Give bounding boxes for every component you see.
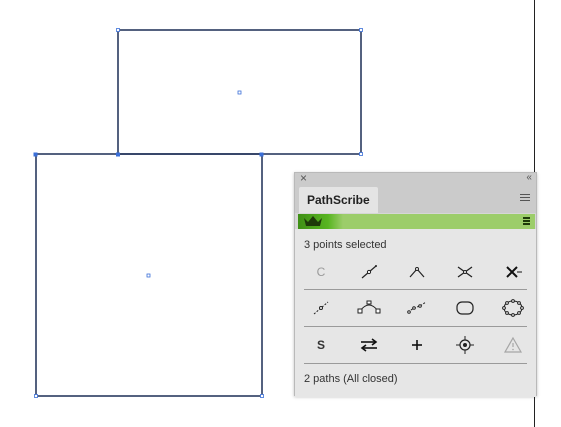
- row-divider: [304, 289, 527, 290]
- selected-anchor-point[interactable]: [116, 152, 120, 157]
- arc-handles-button[interactable]: [352, 296, 386, 320]
- panel-content: 3 points selected C S 2 paths (All close…: [295, 229, 536, 397]
- selection-status: 3 points selected: [304, 239, 387, 251]
- swap-arrows-icon: [360, 338, 378, 352]
- crown-logo-icon: [304, 216, 322, 226]
- points-on-shape-icon: [502, 299, 524, 317]
- panel-titlebar[interactable]: × ‹‹: [295, 171, 536, 185]
- anchor-point[interactable]: [260, 394, 264, 398]
- collapse-panel-icon[interactable]: ‹‹: [526, 171, 532, 185]
- target-point-icon: [456, 336, 474, 354]
- add-point-button[interactable]: [400, 333, 434, 357]
- corner-point-button[interactable]: [400, 260, 434, 284]
- tool-row-3: S: [301, 333, 531, 357]
- swap-direction-button[interactable]: [352, 333, 386, 357]
- anchor-point[interactable]: [34, 394, 38, 398]
- line-segment-button[interactable]: [352, 260, 386, 284]
- warning-icon: [503, 336, 523, 353]
- s-button[interactable]: S: [304, 333, 338, 357]
- convert-button[interactable]: C: [304, 260, 338, 284]
- points-on-shape-button[interactable]: [496, 296, 530, 320]
- distribute-points-button[interactable]: [400, 296, 434, 320]
- anchor-point[interactable]: [116, 28, 120, 32]
- delete-point-button[interactable]: [496, 260, 530, 284]
- close-panel-icon[interactable]: ×: [300, 171, 307, 185]
- warning-button[interactable]: [496, 333, 530, 357]
- panel-menu-icon[interactable]: [520, 194, 530, 202]
- selected-anchor-point[interactable]: [33, 152, 38, 157]
- tool-row-1: C: [301, 260, 531, 284]
- smooth-segment-icon: [313, 301, 329, 315]
- s-letter-icon: S: [316, 338, 325, 352]
- plus-icon: [412, 340, 422, 350]
- selected-anchor-point[interactable]: [259, 152, 264, 157]
- arc-handles-icon: [357, 300, 381, 314]
- pathscribe-menu-icon[interactable]: [523, 217, 530, 226]
- pathscribe-header-bar: [298, 214, 535, 229]
- center-point: [237, 90, 242, 95]
- smooth-shape-button[interactable]: [448, 296, 482, 320]
- tool-row-2: [301, 296, 531, 320]
- smooth-shape-icon: [456, 301, 474, 315]
- row-divider: [304, 363, 527, 364]
- distribute-points-icon: [407, 301, 427, 314]
- c-letter-icon: C: [316, 265, 326, 279]
- corner-point-icon: [409, 267, 425, 278]
- anchor-point[interactable]: [359, 152, 363, 156]
- scissors-icon: [457, 266, 473, 278]
- line-segment-icon: [361, 265, 377, 279]
- delete-point-icon: [506, 266, 522, 278]
- panel-tab-row: PathScribe: [295, 185, 536, 213]
- cut-path-button[interactable]: [448, 260, 482, 284]
- pathscribe-panel: × ‹‹ PathScribe 3 points selected C S 2 …: [294, 171, 537, 397]
- anchor-point[interactable]: [359, 28, 363, 32]
- path-status: 2 paths (All closed): [304, 373, 398, 385]
- row-divider: [304, 326, 527, 327]
- target-point-button[interactable]: [448, 333, 482, 357]
- center-point: [146, 273, 151, 278]
- tab-pathscribe[interactable]: PathScribe: [299, 187, 378, 213]
- smooth-segment-button[interactable]: [304, 296, 338, 320]
